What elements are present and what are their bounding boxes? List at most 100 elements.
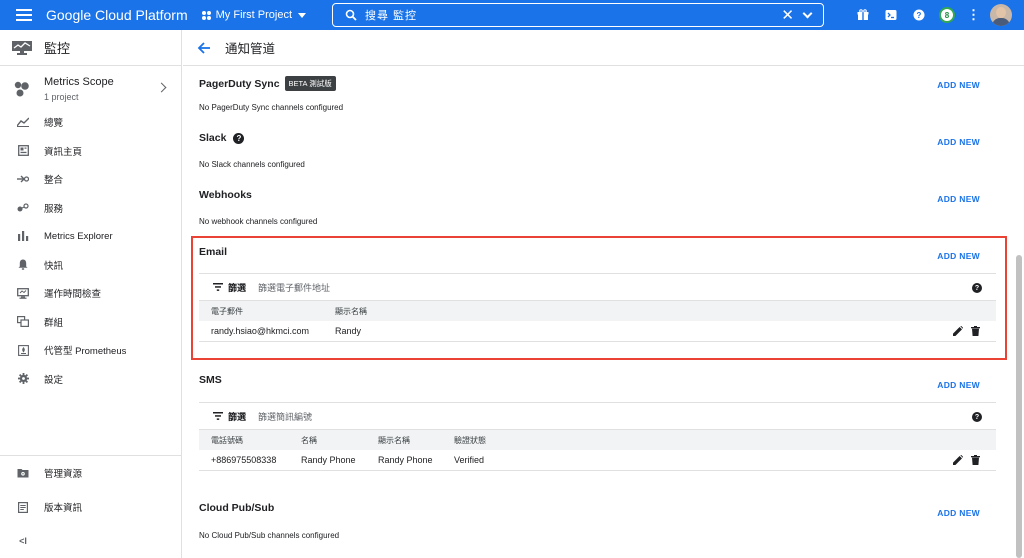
sidebar-header: 監控 (0, 30, 181, 66)
sidebar-item[interactable]: 設定 (0, 365, 181, 394)
sidebar-item[interactable]: 版本資訊 (0, 490, 181, 524)
search-icon (345, 9, 357, 21)
hamburger-menu-icon[interactable] (16, 9, 32, 21)
delete-trash-icon[interactable] (971, 455, 980, 465)
column-header[interactable]: 驗證狀態 (454, 435, 486, 446)
sms-table: 篩選 篩選簡訊編號 ? 電話號碼 名稱 顯示名稱 驗證狀態 +886975508… (199, 402, 996, 471)
dashboard-icon (8, 145, 38, 157)
verification-status-cell: Verified (454, 455, 485, 465)
help-icon[interactable]: ? (913, 9, 925, 21)
groups-icon (8, 316, 38, 328)
sidebar-title: 監控 (44, 41, 71, 56)
sidebar-item[interactable]: 服務 (0, 194, 181, 223)
column-header[interactable]: 名稱 (301, 435, 317, 446)
svg-text:?: ? (917, 11, 922, 20)
sidebar-item-label: 運作時間檢查 (44, 289, 102, 301)
sidebar-item[interactable]: 代管型 Prometheus (0, 336, 181, 365)
sms-filter-input[interactable]: 篩選簡訊編號 (258, 410, 312, 423)
sidebar-item[interactable]: 快訊 (0, 251, 181, 280)
email-highlight-box (191, 236, 1007, 360)
sidebar-item-label: 快訊 (44, 260, 64, 272)
project-name: My First Project (215, 9, 293, 21)
filter-label: 篩選 (228, 411, 247, 422)
sms-title: SMS (199, 374, 222, 386)
help-icon[interactable]: ? (233, 132, 245, 144)
more-vert-icon[interactable]: ⋮ (967, 7, 980, 23)
sidebar-item[interactable]: 整合 (0, 165, 181, 194)
pagerduty-section: PagerDuty Sync BETA 測試版 ADD NEW No Pager… (199, 76, 996, 116)
name-cell: Randy Phone (301, 455, 356, 465)
gear-icon (8, 373, 38, 385)
chevron-down-icon (298, 12, 307, 18)
filter-icon (213, 412, 223, 420)
pubsub-empty-text: No Cloud Pub/Sub channels configured (199, 531, 340, 540)
scrollbar[interactable] (1016, 255, 1022, 558)
page-title: 通知管道 (225, 42, 276, 56)
pubsub-add-new-button[interactable]: ADD NEW (937, 508, 980, 518)
sidebar-item-label: 管理資源 (44, 469, 83, 480)
sidebar-item-label: 整合 (44, 175, 64, 187)
back-arrow-icon[interactable] (197, 41, 211, 54)
chevron-right-icon (156, 82, 167, 93)
folder-icon (8, 468, 38, 478)
sms-filter-bar[interactable]: 篩選 篩選簡訊編號 ? (199, 402, 996, 430)
project-dots-icon (201, 10, 211, 20)
pubsub-section: Cloud Pub/Sub ADD NEW No Cloud Pub/Sub c… (199, 502, 996, 542)
sidebar-item[interactable]: 總覽 (0, 108, 181, 137)
notifications-badge[interactable]: 8 (939, 7, 955, 23)
column-header[interactable]: 電話號碼 (211, 435, 243, 446)
search-input[interactable]: 搜尋 監控 (365, 7, 781, 23)
sidebar-item[interactable]: 資訊主頁 (0, 137, 181, 166)
scope-nodes-icon (14, 81, 29, 97)
sidebar-item[interactable]: 管理資源 (0, 456, 181, 490)
brand-title[interactable]: Google Cloud Platform (46, 7, 188, 23)
monitoring-logo-icon (12, 40, 32, 55)
sidebar: 監控 Metrics Scope 1 project 總覽 資訊主頁整合服務 Met… (0, 30, 182, 558)
collapse-icon: <I (19, 536, 27, 546)
search-bar[interactable]: 搜尋 監控 ✕ (332, 3, 824, 27)
clear-search-icon[interactable]: ✕ (781, 6, 794, 24)
pagerduty-add-new-button[interactable]: ADD NEW (937, 80, 980, 90)
display-name-cell: Randy Phone (378, 455, 433, 465)
phone-cell: +886975508338 (211, 455, 277, 465)
pagerduty-title: PagerDuty Sync (199, 77, 280, 90)
beta-badge: BETA 測試版 (284, 76, 336, 91)
sidebar-item[interactable]: 運作時間檢查 (0, 279, 181, 308)
bar-chart-icon (8, 231, 38, 242)
sidebar-item[interactable]: 群組 (0, 308, 181, 337)
webhooks-empty-text: No webhook channels configured (199, 217, 318, 226)
services-icon (8, 203, 38, 213)
metrics-scope-button[interactable]: Metrics Scope 1 project (0, 70, 181, 108)
scope-subtitle: 1 project (44, 92, 79, 102)
webhooks-title: Webhooks (199, 189, 252, 201)
webhooks-add-new-button[interactable]: ADD NEW (937, 194, 980, 204)
bell-icon (8, 259, 38, 271)
sms-section: SMS ADD NEW 篩選 篩選簡訊編號 ? 電話號碼 名稱 顯示名稱 驗證狀… (199, 374, 996, 484)
search-expand-chevron-icon[interactable] (802, 8, 813, 18)
column-header[interactable]: 顯示名稱 (378, 435, 410, 446)
slack-empty-text: No Slack channels configured (199, 160, 305, 169)
webhooks-section: Webhooks ADD NEW No webhook channels con… (199, 189, 996, 229)
gift-icon[interactable] (857, 9, 869, 21)
project-selector[interactable]: My First Project (201, 9, 307, 21)
sidebar-item[interactable]: Metrics Explorer (0, 222, 181, 251)
sidebar-item-label: 群組 (44, 317, 64, 329)
help-icon[interactable]: ? (972, 412, 982, 422)
pagerduty-empty-text: No PagerDuty Sync channels configured (199, 103, 344, 112)
chart-icon (8, 117, 38, 128)
prometheus-icon (8, 344, 38, 356)
page-header: 通知管道 (183, 30, 1024, 66)
sidebar-item-label: Metrics Explorer (44, 230, 113, 242)
slack-title: Slack (199, 132, 227, 144)
slack-section: Slack ? ADD NEW No Slack channels config… (199, 132, 996, 172)
sms-add-new-button[interactable]: ADD NEW (937, 380, 980, 390)
cloud-shell-icon[interactable] (885, 9, 897, 21)
collapse-sidebar-button[interactable]: <I (0, 524, 181, 558)
top-bar-actions: ? 8 ⋮ (841, 0, 1012, 30)
edit-pencil-icon[interactable] (953, 455, 963, 465)
avatar[interactable] (990, 4, 1012, 26)
slack-add-new-button[interactable]: ADD NEW (937, 137, 980, 147)
integration-icon (8, 174, 38, 184)
pubsub-title: Cloud Pub/Sub (199, 502, 275, 514)
top-app-bar: Google Cloud Platform My First Project 搜… (0, 0, 1024, 30)
